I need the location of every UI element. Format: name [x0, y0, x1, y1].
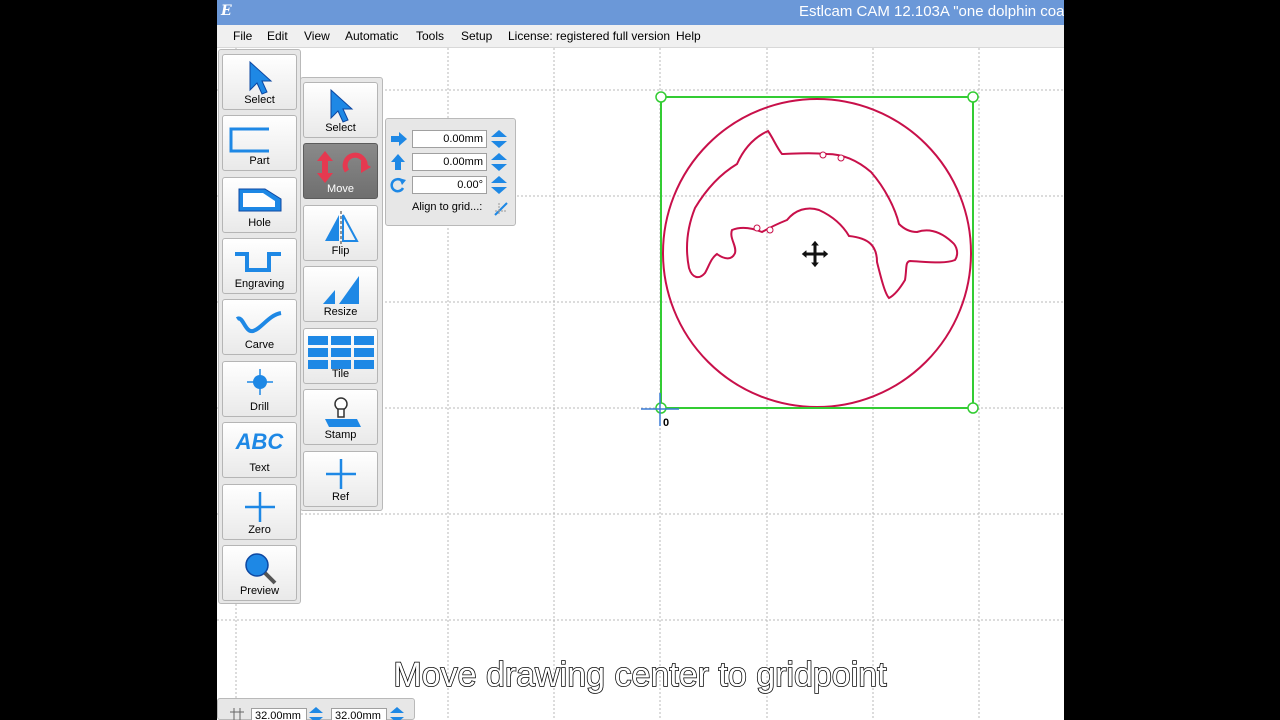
rotation-input[interactable]: 0.00°	[412, 176, 487, 194]
selection-handle[interactable]	[655, 402, 667, 414]
select-button[interactable]: Select	[222, 54, 297, 110]
menu-bar: File Edit View Automatic Tools Setup Lic…	[217, 25, 1064, 48]
text-label: Text	[249, 462, 270, 474]
move-x-input[interactable]: 0.00mm	[412, 130, 487, 148]
app-logo-icon: E	[221, 3, 232, 19]
carve-button[interactable]: Carve	[222, 299, 297, 355]
resize-label: Resize	[323, 306, 358, 318]
menu-license[interactable]: License: registered full version	[508, 29, 670, 43]
move-y-input[interactable]: 0.00mm	[412, 153, 487, 171]
move-icon	[317, 151, 371, 183]
grid-y-input[interactable]: 32.00mm	[331, 708, 387, 720]
spinner-icon[interactable]	[490, 153, 508, 171]
ref-icon	[326, 459, 356, 489]
engraving-icon	[235, 252, 281, 272]
part-label: Part	[249, 155, 270, 167]
move-options-panel: 0.00mm 0.00mm 0.00° Align to grid...:	[385, 118, 516, 226]
text-button[interactable]: ABC Text	[222, 422, 297, 478]
move-x-row: 0.00mm	[390, 129, 510, 149]
menu-file[interactable]: File	[233, 29, 252, 43]
resize-icon	[323, 276, 359, 304]
flip-icon	[325, 211, 359, 245]
zero-icon	[245, 492, 275, 522]
part-button[interactable]: Part	[222, 115, 297, 171]
spinner-icon[interactable]	[389, 707, 405, 720]
resize-button[interactable]: Resize	[303, 266, 378, 322]
video-caption: Move drawing center to gridpoint	[393, 655, 888, 695]
part-icon	[229, 127, 269, 153]
move-cursor-icon	[800, 239, 830, 269]
spinner-icon[interactable]	[308, 707, 324, 720]
ref-label: Ref	[331, 491, 350, 503]
carve-label: Carve	[244, 339, 275, 351]
node-marker[interactable]	[766, 226, 774, 234]
rotation-row: 0.00°	[390, 175, 510, 195]
tile-button[interactable]: Tile	[303, 328, 378, 384]
select-label: Select	[244, 94, 275, 106]
node-marker[interactable]	[837, 154, 845, 162]
selection-handle[interactable]	[967, 402, 979, 414]
engraving-label: Engraving	[234, 278, 285, 290]
engraving-button[interactable]: Engraving	[222, 238, 297, 294]
menu-edit[interactable]: Edit	[267, 29, 288, 43]
magnifier-icon	[245, 553, 277, 585]
stamp-button[interactable]: Stamp	[303, 389, 378, 445]
hole-icon	[238, 188, 282, 212]
tile-label: Tile	[331, 368, 350, 380]
move-button[interactable]: Move	[303, 143, 378, 199]
window-title: Estlcam CAM 12.103A "one dolphin coaste	[799, 3, 1064, 20]
text-icon: ABC	[235, 429, 284, 454]
stamp-label: Stamp	[324, 429, 357, 441]
align-grid-icon[interactable]	[493, 201, 509, 217]
preview-button[interactable]: Preview	[222, 545, 297, 601]
spinner-icon[interactable]	[490, 176, 508, 194]
edit-select-label: Select	[325, 122, 356, 134]
flip-label: Flip	[331, 245, 350, 257]
cursor-icon	[330, 88, 354, 123]
menu-view[interactable]: View	[304, 29, 330, 43]
carve-icon	[235, 311, 282, 334]
zero-label: Zero	[248, 524, 271, 536]
align-to-grid-label[interactable]: Align to grid...:	[412, 201, 482, 213]
menu-setup[interactable]: Setup	[461, 29, 492, 43]
node-marker[interactable]	[819, 151, 827, 159]
ref-button[interactable]: Ref	[303, 451, 378, 507]
menu-tools[interactable]: Tools	[416, 29, 444, 43]
spinner-icon[interactable]	[490, 130, 508, 148]
menu-help[interactable]: Help	[676, 29, 701, 43]
origin-marker-icon	[641, 393, 679, 426]
arrow-right-icon	[391, 132, 407, 146]
arrow-up-icon	[391, 154, 405, 170]
hole-button[interactable]: Hole	[222, 177, 297, 233]
selection-handle[interactable]	[655, 91, 667, 103]
drill-icon	[247, 369, 273, 395]
hole-label: Hole	[248, 217, 271, 229]
grid-size-bar: 32.00mm 32.00mm	[217, 698, 415, 720]
drill-label: Drill	[250, 401, 269, 413]
grid-x-input[interactable]: 32.00mm	[251, 708, 307, 720]
selection-handle[interactable]	[967, 91, 979, 103]
cursor-icon	[249, 60, 273, 95]
origin-label: 0	[663, 417, 669, 429]
zero-button[interactable]: Zero	[222, 484, 297, 540]
flip-button[interactable]: Flip	[303, 205, 378, 261]
move-y-row: 0.00mm	[390, 152, 510, 172]
edit-select-button[interactable]: Select	[303, 82, 378, 138]
menu-automatic[interactable]: Automatic	[345, 29, 398, 43]
tile-icon	[308, 336, 374, 369]
move-label: Move	[327, 183, 354, 195]
estlcam-window: E Estlcam CAM 12.103A "one dolphin coast…	[217, 0, 1064, 720]
stamp-icon	[325, 397, 361, 427]
rotate-icon	[390, 177, 406, 193]
drill-button[interactable]: Drill	[222, 361, 297, 417]
node-marker[interactable]	[753, 224, 761, 232]
preview-label: Preview	[239, 585, 280, 597]
grid-icon	[230, 708, 244, 720]
title-bar: E Estlcam CAM 12.103A "one dolphin coast…	[217, 0, 1064, 25]
